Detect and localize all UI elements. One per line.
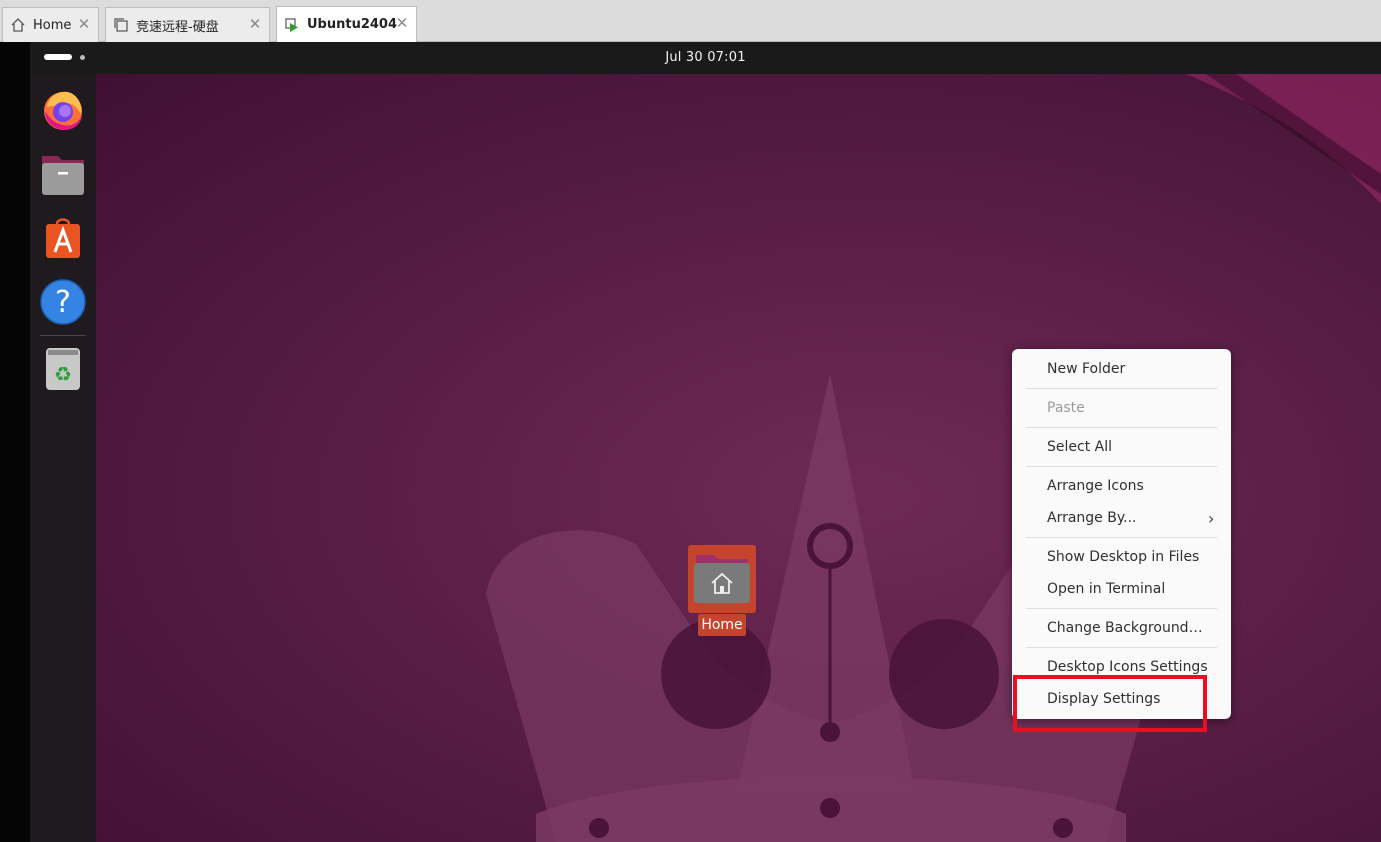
menu-item-show-desktop-in-files[interactable]: Show Desktop in Files	[1047, 546, 1199, 568]
desktop-context-menu: New Folder Paste Select All Arrange Icon…	[1012, 349, 1231, 719]
close-icon[interactable]: ✕	[76, 16, 92, 32]
tab-home-label: Home	[33, 17, 72, 33]
tab-home[interactable]: Home ✕	[2, 7, 99, 42]
tab-ubuntu2404-label: Ubuntu2404	[307, 17, 398, 32]
menu-item-open-in-terminal[interactable]: Open in Terminal	[1047, 578, 1165, 600]
dock-help[interactable]: ?	[40, 279, 86, 325]
dock-files[interactable]	[40, 151, 86, 197]
close-icon[interactable]: ✕	[394, 15, 410, 31]
tab-ubuntu2404[interactable]: Ubuntu2404 ✕	[276, 6, 417, 42]
dock-trash[interactable]: ♻	[40, 346, 86, 392]
menu-item-display-settings[interactable]: Display Settings	[1047, 688, 1160, 710]
trash-icon: ♻	[46, 348, 80, 390]
dock-firefox[interactable]	[40, 86, 86, 132]
vm-running-icon	[283, 16, 301, 34]
menu-separator	[1026, 608, 1217, 609]
files-icon	[42, 156, 84, 195]
firefox-icon	[44, 91, 82, 130]
svg-text:♻: ♻	[54, 362, 72, 386]
menu-item-change-background[interactable]: Change Background…	[1047, 617, 1203, 639]
dock: ? ♻	[30, 74, 96, 842]
chevron-right-icon: ›	[1208, 509, 1215, 528]
help-icon: ?	[40, 279, 86, 325]
menu-item-new-folder[interactable]: New Folder	[1047, 358, 1125, 380]
menu-item-arrange-icons[interactable]: Arrange Icons	[1047, 475, 1144, 497]
svg-text:?: ?	[55, 285, 71, 320]
home-folder-icon	[694, 555, 750, 603]
desktop-home-label[interactable]: Home	[698, 614, 746, 636]
dock-app-center[interactable]	[40, 215, 86, 261]
menu-item-paste: Paste	[1047, 400, 1085, 416]
menu-separator	[1026, 537, 1217, 538]
menu-item-desktop-icons-settings[interactable]: Desktop Icons Settings	[1047, 656, 1208, 678]
host-tab-bar: Home ✕ 竞速远程-硬盘 ✕ Ubuntu2404 ✕	[0, 0, 1381, 42]
menu-separator	[1026, 466, 1217, 467]
tab-remote-disk-label: 竞速远程-硬盘	[136, 19, 219, 35]
desktop-home-folder[interactable]	[688, 545, 756, 613]
tab-remote-disk[interactable]: 竞速远程-硬盘 ✕	[105, 7, 270, 42]
app-center-icon	[46, 218, 80, 258]
menu-item-select-all[interactable]: Select All	[1047, 436, 1112, 458]
menu-item-arrange-by[interactable]: Arrange By...	[1047, 507, 1137, 529]
home-icon	[9, 16, 27, 34]
menu-separator	[1026, 388, 1217, 389]
clock[interactable]: Jul 30 07:01	[30, 50, 1381, 65]
vm-frame-border	[0, 42, 30, 842]
menu-separator	[1026, 427, 1217, 428]
vm-copy-icon	[112, 16, 130, 34]
dock-separator	[40, 335, 86, 336]
close-icon[interactable]: ✕	[247, 16, 263, 32]
menu-separator	[1026, 647, 1217, 648]
gnome-top-bar: Jul 30 07:01	[30, 42, 1381, 74]
